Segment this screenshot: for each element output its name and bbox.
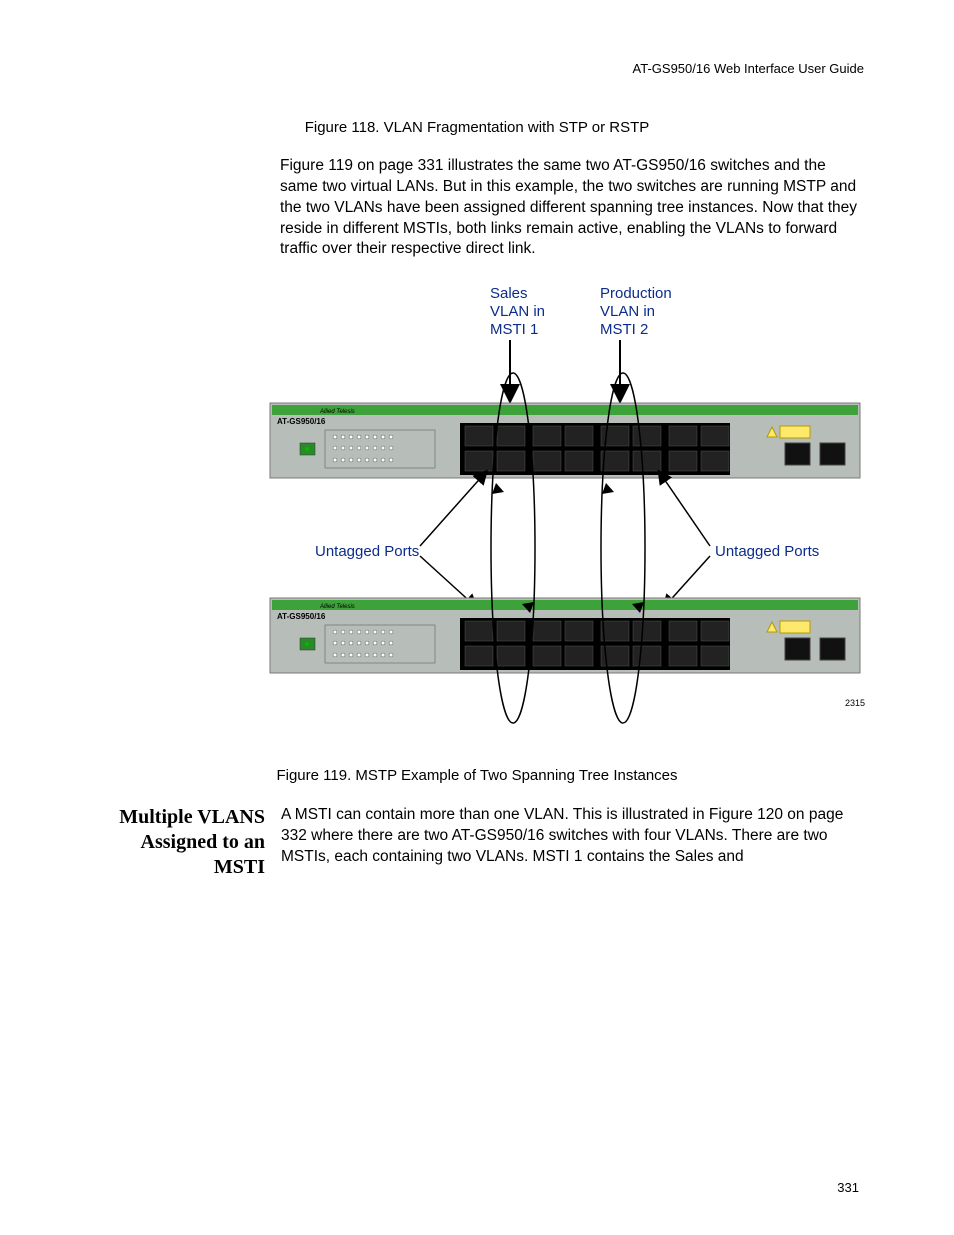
switch-brand-1: Allied Telesis — [319, 409, 355, 415]
document-page: AT-GS950/16 Web Interface User Guide Fig… — [0, 0, 954, 1235]
switch-model-1: AT-GS950/16 — [277, 417, 326, 426]
switch-brand-2: Allied Telesis — [319, 604, 355, 610]
label-prod-1: Production — [600, 285, 672, 302]
body-paragraph-1: Figure 119 on page 331 illustrates the s… — [280, 156, 864, 261]
label-sales-3: MSTI 1 — [490, 321, 538, 338]
switch-bottom: Allied Telesis AT-GS950/16 — [270, 598, 860, 673]
label-untagged-right: Untagged Ports — [715, 543, 819, 560]
mstp-diagram-svg: Sales VLAN in MSTI 1 Production VLAN in … — [265, 278, 865, 748]
label-sales-2: VLAN in — [490, 303, 545, 320]
switch-top: Allied Telesis AT-GS950/16 — [270, 403, 860, 478]
page-number: 331 — [837, 1179, 859, 1197]
figure-118-caption: Figure 118. VLAN Fragmentation with STP … — [90, 118, 864, 138]
label-untagged-left: Untagged Ports — [315, 543, 419, 560]
figure-119-caption: Figure 119. MSTP Example of Two Spanning… — [90, 766, 864, 786]
section-multiple-vlans: Multiple VLANS Assigned to an MSTI A MST… — [90, 805, 864, 880]
diagram-figure-id: 2315 — [845, 698, 865, 708]
figure-119-diagram: Sales VLAN in MSTI 1 Production VLAN in … — [265, 278, 864, 748]
running-header: AT-GS950/16 Web Interface User Guide — [90, 60, 864, 78]
label-prod-3: MSTI 2 — [600, 321, 648, 338]
label-prod-2: VLAN in — [600, 303, 655, 320]
side-heading: Multiple VLANS Assigned to an MSTI — [90, 805, 281, 880]
label-sales-1: Sales — [490, 285, 528, 302]
section-body: A MSTI can contain more than one VLAN. T… — [281, 805, 864, 880]
switch-model-2: AT-GS950/16 — [277, 612, 326, 621]
